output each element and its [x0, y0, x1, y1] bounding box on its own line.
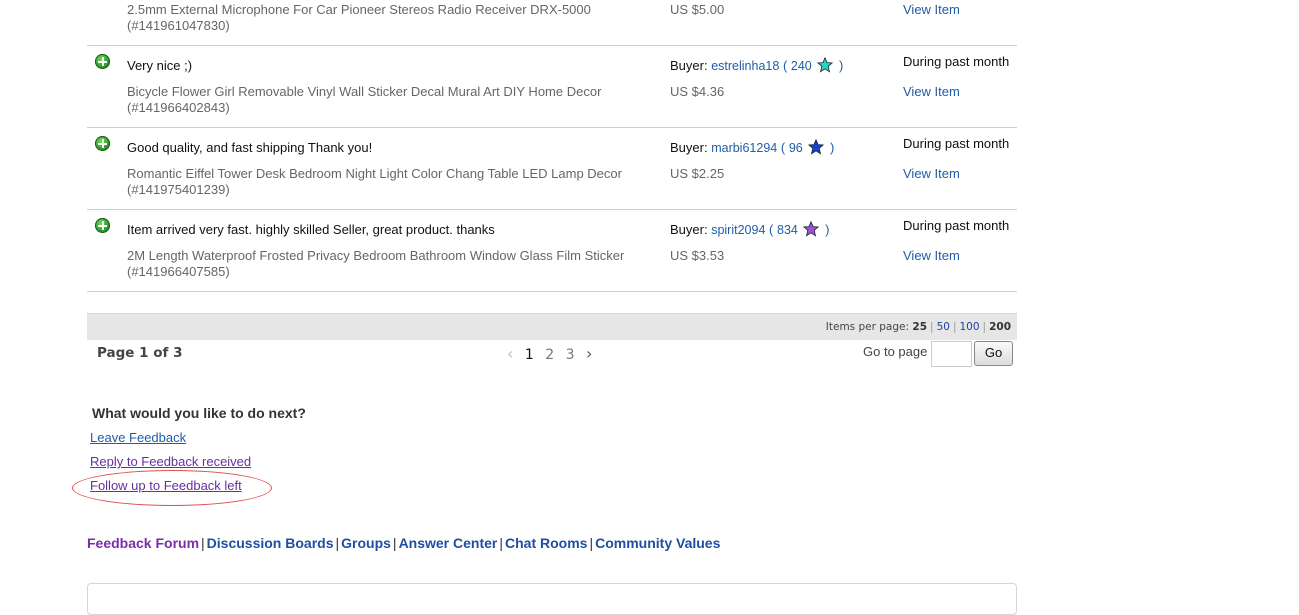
- item-price: US $3.53: [670, 248, 725, 263]
- go-to-page-label: Go to page: [863, 344, 928, 359]
- buyer-label: Buyer:: [670, 222, 708, 237]
- community-values-link[interactable]: Community Values: [595, 535, 720, 551]
- go-button[interactable]: Go: [974, 341, 1013, 366]
- item-title: Romantic Eiffel Tower Desk Bedroom Night…: [127, 166, 622, 197]
- chat-rooms-link[interactable]: Chat Rooms: [505, 535, 587, 551]
- items-per-page-50[interactable]: 50: [937, 321, 950, 333]
- items-per-page-25[interactable]: 25: [912, 321, 927, 333]
- page-link-3[interactable]: 3: [566, 347, 575, 363]
- item-price: US $5.00: [670, 2, 725, 17]
- buyer-score-link[interactable]: 240: [791, 59, 812, 73]
- table-row: Very nice ;) Bicycle Flower Girl Removab…: [87, 46, 1017, 128]
- items-per-page: Items per page: 25 | 50 | 100 | 200: [825, 321, 1011, 333]
- buyer-name-link[interactable]: spirit2094: [711, 223, 765, 237]
- feedback-time: During past month: [903, 218, 1010, 233]
- item-title: 2.5mm External Microphone For Car Pionee…: [127, 2, 591, 33]
- next-actions-title: What would you like to do next?: [92, 405, 306, 421]
- buyer-info: Buyer: spirit2094 ( 834 ): [670, 221, 830, 237]
- page-indicator: Page 1 of 3: [97, 345, 183, 361]
- item-price: US $2.25: [670, 166, 725, 181]
- star-icon: [803, 221, 820, 237]
- positive-feedback-icon: [95, 54, 110, 69]
- view-item-link[interactable]: View Item: [903, 248, 960, 263]
- feedback-time: During past month: [903, 136, 1010, 151]
- buyer-score-link[interactable]: 96: [789, 141, 803, 155]
- positive-feedback-icon: [95, 136, 110, 151]
- table-row: Good quality, and fast shipping Thank yo…: [87, 128, 1017, 210]
- feedback-forum-link[interactable]: Feedback Forum: [87, 535, 199, 551]
- buyer-info: Buyer: estrelinha18 ( 240 ): [670, 57, 844, 73]
- view-item-link[interactable]: View Item: [903, 166, 960, 181]
- buyer-info: Buyer: marbi61294 ( 96 ): [670, 139, 835, 155]
- table-row: Item arrived very fast. highly skilled S…: [87, 210, 1017, 292]
- feedback-comment: Good quality, and fast shipping Thank yo…: [127, 140, 373, 155]
- feedback-comment: Very nice ;): [127, 58, 193, 73]
- discussion-boards-link[interactable]: Discussion Boards: [207, 535, 334, 551]
- view-item-link[interactable]: View Item: [903, 84, 960, 99]
- go-to-page-input[interactable]: [931, 341, 972, 367]
- buyer-name-link[interactable]: marbi61294: [711, 141, 777, 155]
- footer-box: [87, 583, 1017, 615]
- groups-link[interactable]: Groups: [341, 535, 391, 551]
- items-per-page-label: Items per page:: [825, 321, 910, 333]
- buyer-score-link[interactable]: 834: [777, 223, 798, 237]
- page-link-2[interactable]: 2: [545, 347, 554, 363]
- item-title: 2M Length Waterproof Frosted Privacy Bed…: [127, 248, 625, 279]
- answer-center-link[interactable]: Answer Center: [399, 535, 498, 551]
- prev-page-icon[interactable]: ‹: [507, 344, 513, 363]
- feedback-time: During past month: [903, 54, 1010, 69]
- item-title: Bicycle Flower Girl Removable Vinyl Wall…: [127, 84, 602, 115]
- buyer-label: Buyer:: [670, 140, 708, 155]
- next-page-icon[interactable]: ›: [586, 344, 592, 363]
- item-price: US $4.36: [670, 84, 725, 99]
- reply-to-feedback-link[interactable]: Reply to Feedback received: [90, 454, 251, 469]
- feedback-comment: Item arrived very fast. highly skilled S…: [127, 222, 495, 237]
- positive-feedback-icon: [95, 218, 110, 233]
- buyer-label: Buyer:: [670, 58, 708, 73]
- items-per-page-100[interactable]: 100: [959, 321, 979, 333]
- items-per-page-200[interactable]: 200: [989, 321, 1011, 333]
- leave-feedback-link[interactable]: Leave Feedback: [90, 430, 186, 445]
- highlight-ellipse: [72, 470, 272, 506]
- feedback-table: 2.5mm External Microphone For Car Pionee…: [87, 0, 1017, 292]
- pagination: ‹ 1 2 3 ›: [507, 344, 599, 363]
- view-item-link[interactable]: View Item: [903, 2, 960, 17]
- community-links: Feedback Forum | Discussion Boards | Groups |…: [87, 535, 721, 551]
- page-link-1[interactable]: 1: [525, 347, 534, 363]
- table-row: 2.5mm External Microphone For Car Pionee…: [87, 0, 1017, 46]
- star-icon: [817, 57, 834, 73]
- items-per-page-bar: Items per page: 25 | 50 | 100 | 200: [87, 313, 1017, 340]
- star-icon: [808, 139, 825, 155]
- buyer-name-link[interactable]: estrelinha18: [711, 59, 779, 73]
